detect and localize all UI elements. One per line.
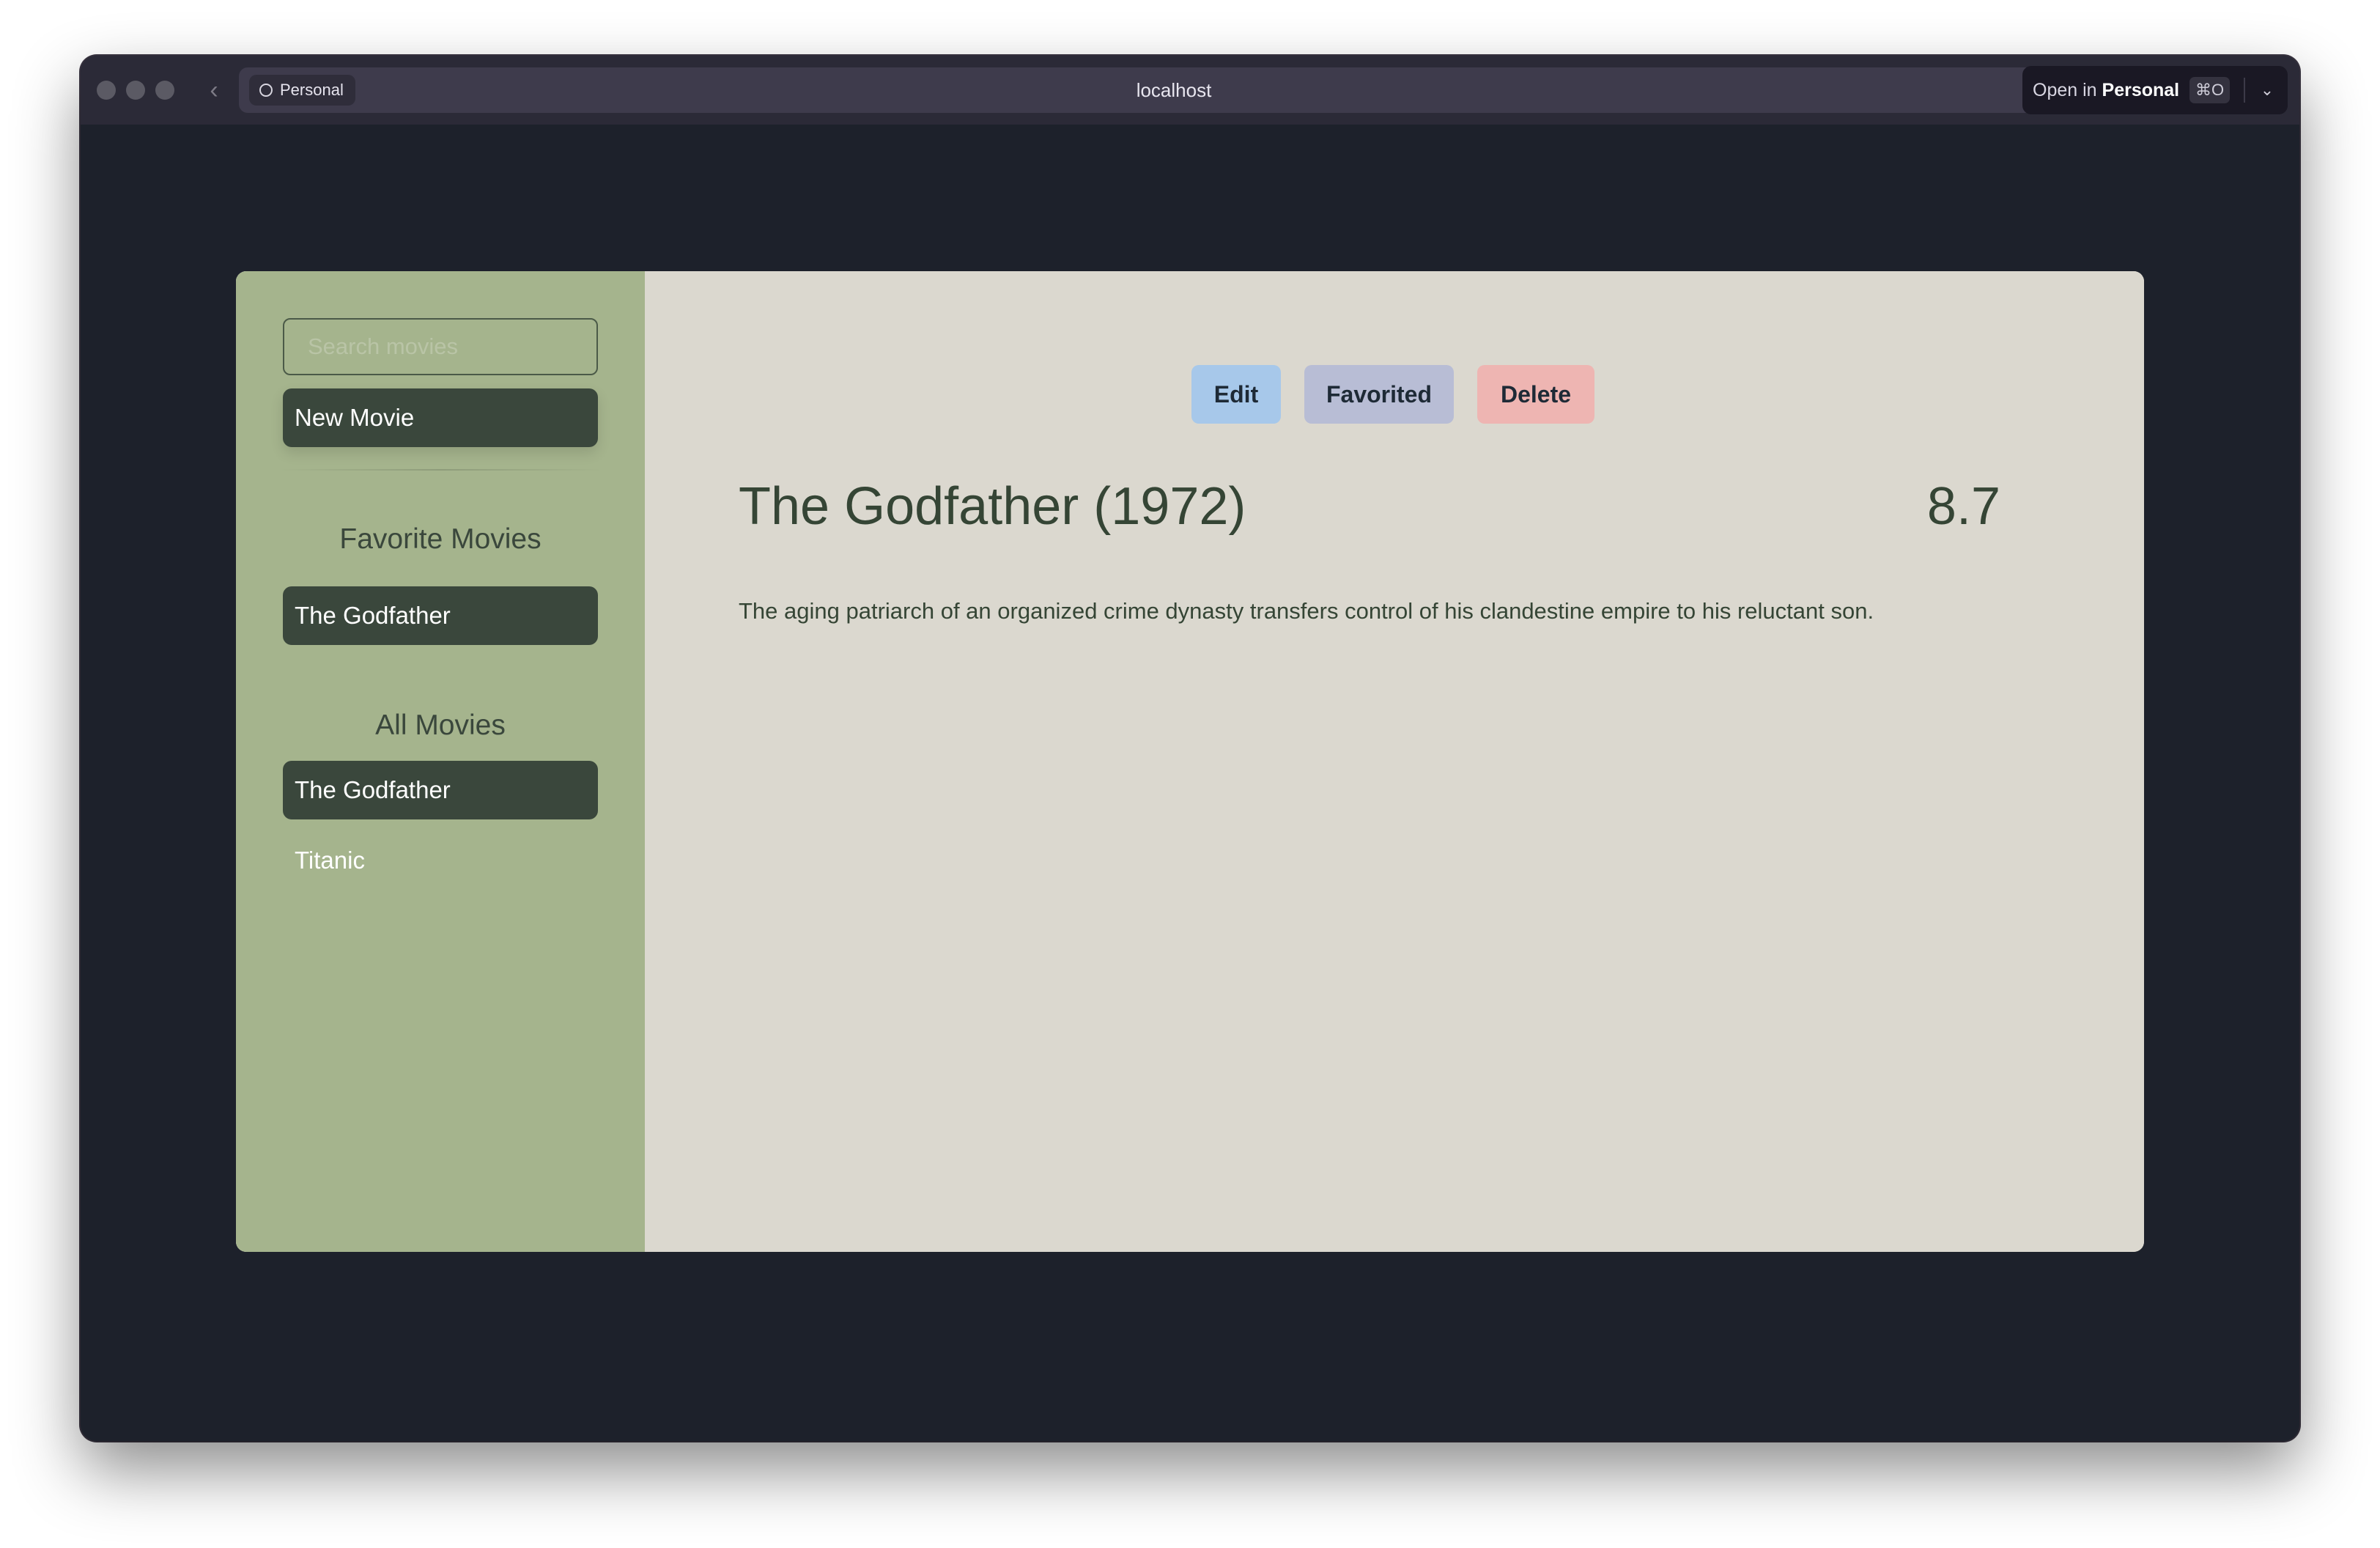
address-bar[interactable]: localhost Personal <box>239 67 2109 113</box>
movie-title: The Godfather (1972) <box>739 477 1246 536</box>
back-arrow-icon[interactable]: ‹ <box>199 73 229 107</box>
browser-titlebar: ‹ localhost Personal Open in Personal ⌘O… <box>81 56 2299 125</box>
movie-rating: 8.7 <box>1926 477 2000 536</box>
edit-button[interactable]: Edit <box>1191 365 1281 424</box>
profile-label: Personal <box>280 81 344 99</box>
all-movies-heading: All Movies <box>375 710 506 741</box>
open-in-profile-name: Personal <box>2102 80 2180 100</box>
sidebar: New Movie Favorite Movies The Godfather … <box>236 271 645 1252</box>
new-movie-button[interactable]: New Movie <box>283 388 598 447</box>
movie-item-the-godfather[interactable]: The Godfather <box>283 761 598 819</box>
open-in-shortcut: ⌘O <box>2189 77 2231 103</box>
favorites-heading: Favorite Movies <box>339 523 542 555</box>
delete-button[interactable]: Delete <box>1477 365 1594 424</box>
favorited-button[interactable]: Favorited <box>1304 365 1454 424</box>
open-in-prefix: Open in <box>2033 80 2097 100</box>
profile-face-icon <box>259 84 273 97</box>
search-input[interactable] <box>283 318 598 375</box>
open-in-divider <box>2244 78 2245 103</box>
movie-item-titanic[interactable]: Titanic <box>283 831 598 890</box>
open-in-profile-button[interactable]: Open in Personal ⌘O ⌄ <box>2022 66 2288 114</box>
favorite-item-the-godfather[interactable]: The Godfather <box>283 586 598 645</box>
minimize-window-icon[interactable] <box>126 81 145 100</box>
movie-app-panel: New Movie Favorite Movies The Godfather … <box>236 271 2144 1252</box>
chevron-down-icon[interactable]: ⌄ <box>2251 66 2283 114</box>
movie-description: The aging patriarch of an organized crim… <box>739 598 1874 624</box>
close-window-icon[interactable] <box>97 81 116 100</box>
movie-detail: Edit Favorited Delete The Godfather (197… <box>645 271 2144 1252</box>
profile-pill[interactable]: Personal <box>249 75 355 106</box>
url-text[interactable]: localhost <box>239 67 2109 113</box>
maximize-window-icon[interactable] <box>155 81 174 100</box>
sidebar-divider <box>280 469 602 471</box>
